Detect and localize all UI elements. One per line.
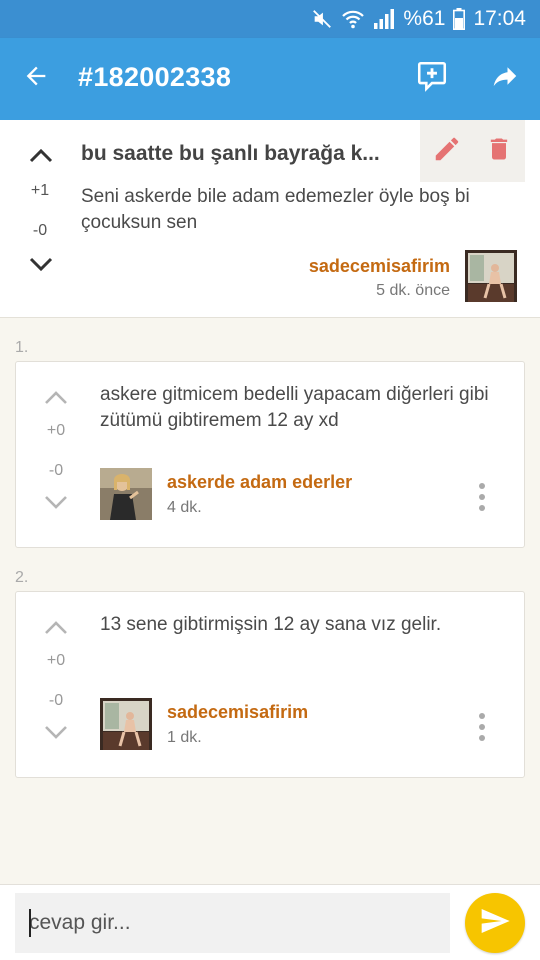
more-options-button[interactable] [470, 712, 494, 746]
share-button[interactable] [485, 58, 525, 98]
upvote-count: +1 [30, 182, 50, 199]
send-button[interactable] [465, 893, 525, 953]
reply-input[interactable] [15, 893, 450, 953]
comment-time: 4 dk. [167, 499, 202, 516]
battery-icon [453, 8, 466, 30]
send-icon [479, 905, 511, 942]
comment-number: 1. [15, 339, 29, 356]
avatar[interactable] [100, 698, 152, 750]
battery-percent: %61 [403, 7, 446, 30]
wifi-icon [341, 8, 365, 30]
upvote-button[interactable] [42, 386, 70, 410]
downvote-button[interactable] [42, 720, 70, 744]
add-comment-button[interactable] [412, 58, 452, 98]
comment-text: 13 sene gibtirmişsin 12 ay sana vız geli… [100, 614, 442, 635]
more-vert-icon [478, 482, 486, 517]
more-options-button[interactable] [470, 482, 494, 516]
downvote-count: -0 [32, 222, 48, 239]
topic-card: +1 -0 bu saatte bu şanlı bayrağa k... Se… [0, 120, 540, 318]
comment-author[interactable]: sadecemisafirim [167, 702, 308, 723]
edit-button[interactable] [430, 134, 464, 168]
reply-bar [0, 884, 540, 960]
text-cursor [29, 909, 31, 937]
downvote-button[interactable] [42, 490, 70, 514]
page-title: #182002338 [78, 62, 232, 92]
comment-card: +0 -0 askere gitmicem bedelli yapacam di… [15, 361, 525, 548]
topic-actions [420, 120, 525, 182]
upvote-button[interactable] [42, 616, 70, 640]
back-arrow-icon [22, 62, 50, 95]
downvote-button[interactable] [26, 252, 56, 278]
add-comment-icon [415, 59, 449, 98]
topic-time: 5 dk. önce [376, 282, 450, 299]
comment-text: askere gitmicem bedelli yapacam diğerler… [100, 384, 489, 431]
topic-body: Seni askerde bile adam edemezler öyle bo… [81, 186, 470, 233]
edit-icon [432, 134, 462, 169]
comment-card: +0 -0 13 sene gibtirmişsin 12 ay sana vı… [15, 591, 525, 778]
delete-icon [485, 134, 513, 169]
downvote-count: -0 [48, 692, 64, 709]
signal-icon [373, 8, 395, 30]
comment-time: 1 dk. [167, 729, 202, 746]
more-vert-icon [478, 712, 486, 747]
delete-button[interactable] [482, 134, 516, 168]
status-bar: %61 17:04 [0, 0, 540, 38]
share-icon [490, 61, 520, 96]
topic-title: bu saatte bu şanlı bayrağa k... [81, 142, 380, 165]
comment-author[interactable]: askerde adam ederler [167, 472, 352, 493]
downvote-count: -0 [48, 462, 64, 479]
app-bar: #182002338 [0, 38, 540, 120]
topic-author[interactable]: sadecemisafirim [309, 256, 450, 277]
upvote-count: +0 [46, 422, 66, 439]
avatar[interactable] [100, 468, 152, 520]
clock: 17:04 [473, 7, 526, 30]
back-button[interactable] [18, 60, 54, 96]
upvote-button[interactable] [26, 142, 56, 168]
upvote-count: +0 [46, 652, 66, 669]
mute-icon [311, 8, 333, 30]
comment-number: 2. [15, 569, 29, 586]
avatar[interactable] [465, 250, 517, 302]
